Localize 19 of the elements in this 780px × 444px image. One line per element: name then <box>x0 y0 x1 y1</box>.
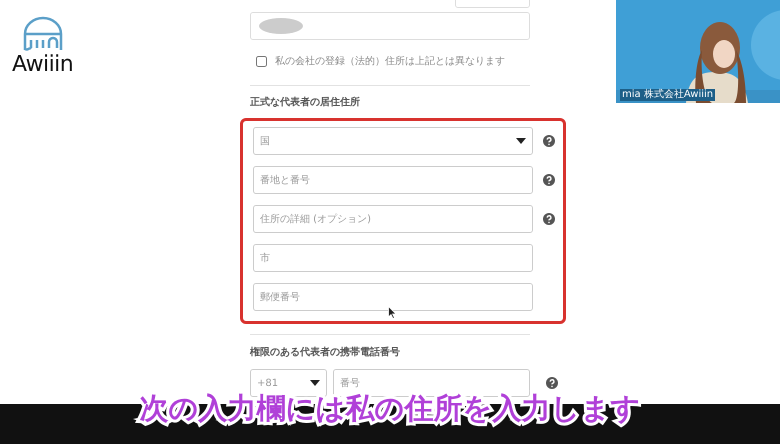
help-icon[interactable] <box>543 135 555 147</box>
section-heading: 権限のある代表者の携帯電話番号 <box>250 346 401 360</box>
input-field[interactable]: 郵便番号 <box>253 283 533 311</box>
webcam-caption: mia 株式会社Awiiin <box>620 89 716 101</box>
input-field[interactable] <box>250 12 530 40</box>
caret-icon <box>516 138 526 144</box>
checkbox-label: 私の会社の登録（法的）住所は上記とは異なります <box>275 54 505 69</box>
cursor-icon <box>388 306 397 319</box>
input-field[interactable]: 市 <box>253 244 533 272</box>
caret-icon <box>310 380 320 386</box>
input-field[interactable]: 番地と番号 <box>253 166 533 194</box>
help-icon[interactable] <box>546 377 558 389</box>
checkbox[interactable] <box>256 56 267 67</box>
help-icon[interactable] <box>543 213 555 225</box>
section-heading: 正式な代表者の居住住所 <box>250 96 361 110</box>
logo-text: Awiiin <box>12 54 74 76</box>
select-field[interactable]: 国 <box>253 127 533 155</box>
help-icon[interactable] <box>543 174 555 186</box>
input-field[interactable]: 住所の詳細 (オプション) <box>253 205 533 233</box>
